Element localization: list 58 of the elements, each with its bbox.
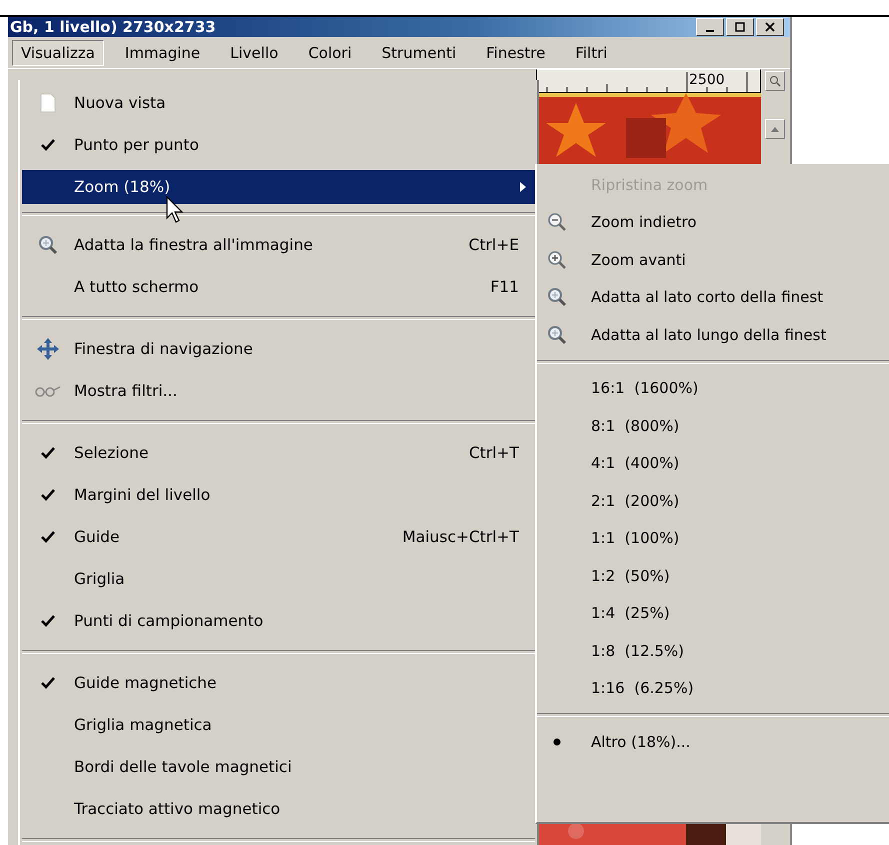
menu-item[interactable]: 8:1 (800%)	[537, 407, 889, 444]
menu-item[interactable]: 1:1 (100%)	[537, 520, 889, 557]
menu-item[interactable]: Zoom avanti	[537, 241, 889, 278]
minimize-icon	[706, 30, 714, 32]
menu-bar-item[interactable]: Strumenti	[372, 40, 466, 66]
menu-bar-item[interactable]: Filtri	[566, 40, 616, 66]
menu-item[interactable]: 1:8 (12.5%)	[537, 632, 889, 670]
menu-item[interactable]: 1:4 (25%)	[537, 594, 889, 632]
menu-item[interactable]: Punto per punto	[22, 124, 535, 166]
menu-item[interactable]: Zoom (18%)	[22, 170, 535, 204]
search-icon	[768, 75, 780, 87]
zoom-icon	[547, 324, 567, 345]
cursor-icon	[166, 196, 184, 224]
menu-item[interactable]: Adatta al lato lungo della finest	[537, 316, 889, 354]
menu-bar-item[interactable]: Immagine	[116, 40, 210, 66]
menu-item[interactable]: Griglia	[22, 558, 535, 600]
menu-item[interactable]: 1:2 (50%)	[537, 557, 889, 594]
menu-item[interactable]: Adatta al lato corto della finest	[537, 278, 889, 316]
ruler-label: 2500	[689, 72, 725, 88]
zoom-in-icon	[547, 250, 567, 270]
menu-bar-item[interactable]: Visualizza	[12, 40, 104, 66]
zoom-button[interactable]	[764, 71, 784, 91]
menu-item[interactable]: A tutto schermo F11	[22, 266, 535, 308]
menu-item[interactable]: Griglia magnetica	[22, 704, 535, 746]
zoom-icon	[547, 287, 567, 308]
menu-item[interactable]: Guide Maiusc+Ctrl+T	[22, 516, 535, 558]
zoom-out-icon	[547, 212, 567, 232]
minimize-button[interactable]	[696, 18, 724, 36]
menu-item[interactable]: Finestra di navigazione	[22, 328, 535, 370]
maximize-icon	[735, 22, 745, 32]
menu-item[interactable]: Guide magnetiche	[22, 662, 535, 704]
menu-item[interactable]: 2:1 (200%)	[537, 482, 889, 520]
arrow-up-icon	[770, 125, 780, 133]
menu-item[interactable]: Bordi delle tavole magnetici	[22, 746, 535, 788]
menu-item[interactable]: Mostra filtri...	[22, 370, 535, 412]
menu-bar-item[interactable]: Colori	[299, 40, 361, 66]
menu-item[interactable]: Altro (18%)...	[537, 723, 889, 760]
move-icon	[36, 337, 60, 361]
maximize-button[interactable]	[726, 18, 754, 36]
glasses-icon	[34, 385, 62, 397]
page-icon	[40, 93, 56, 113]
menu-item[interactable]: Punti di campionamento	[22, 600, 535, 642]
menu-bar-item[interactable]: Finestre	[477, 40, 554, 66]
menu-item[interactable]: Selezione Ctrl+T	[22, 432, 535, 474]
menu-item[interactable]: Nuova vista	[22, 82, 535, 124]
scroll-up-button[interactable]	[764, 119, 784, 139]
menu-item[interactable]: Adatta la finestra all'immagine Ctrl+E	[22, 224, 535, 266]
menu-item[interactable]: 1:16 (6.25%)	[537, 670, 889, 707]
menu-item[interactable]: Margini del livello	[22, 474, 535, 516]
menu-item[interactable]: Tracciato attivo magnetico	[22, 788, 535, 830]
menu-item[interactable]: 16:1 (1600%)	[537, 370, 889, 407]
menu-bar-item[interactable]: Livello	[221, 40, 288, 66]
menu-item[interactable]: Zoom indietro	[537, 204, 889, 241]
close-button[interactable]	[756, 18, 784, 36]
zoom-icon	[38, 235, 58, 255]
window-title: Gb, 1 livello) 2730x2733	[10, 18, 216, 36]
menu-item[interactable]: 4:1 (400%)	[537, 444, 889, 482]
close-icon	[765, 22, 775, 32]
